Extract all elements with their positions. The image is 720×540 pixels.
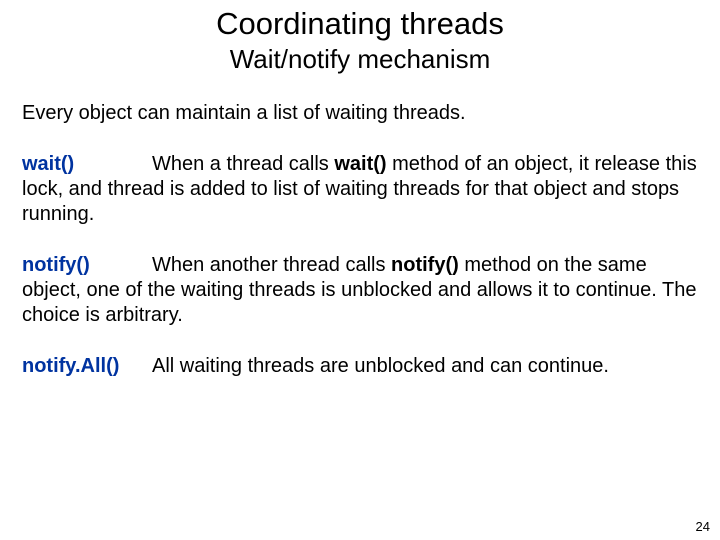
term-notifyall: notify.All() [22,354,152,379]
intro-text: Every object can maintain a list of wait… [22,101,698,126]
desc-notify-pre: When another thread calls [152,254,391,276]
slide-subtitle: Wait/notify mechanism [22,44,698,75]
slide: Coordinating threads Wait/notify mechani… [0,0,720,540]
desc-notify-bold: notify() [391,254,459,276]
desc-notifyall-post: All waiting threads are unblocked and ca… [152,355,609,377]
slide-title: Coordinating threads [22,6,698,42]
definition-notify: notify()When another thread calls notify… [22,253,698,328]
term-notify: notify() [22,253,152,278]
desc-wait-pre: When a thread calls [152,153,334,175]
definition-notifyall: notify.All()All waiting threads are unbl… [22,354,698,379]
term-wait: wait() [22,152,152,177]
page-number: 24 [696,519,710,534]
definition-wait: wait()When a thread calls wait() method … [22,152,698,227]
desc-wait-bold: wait() [334,153,386,175]
